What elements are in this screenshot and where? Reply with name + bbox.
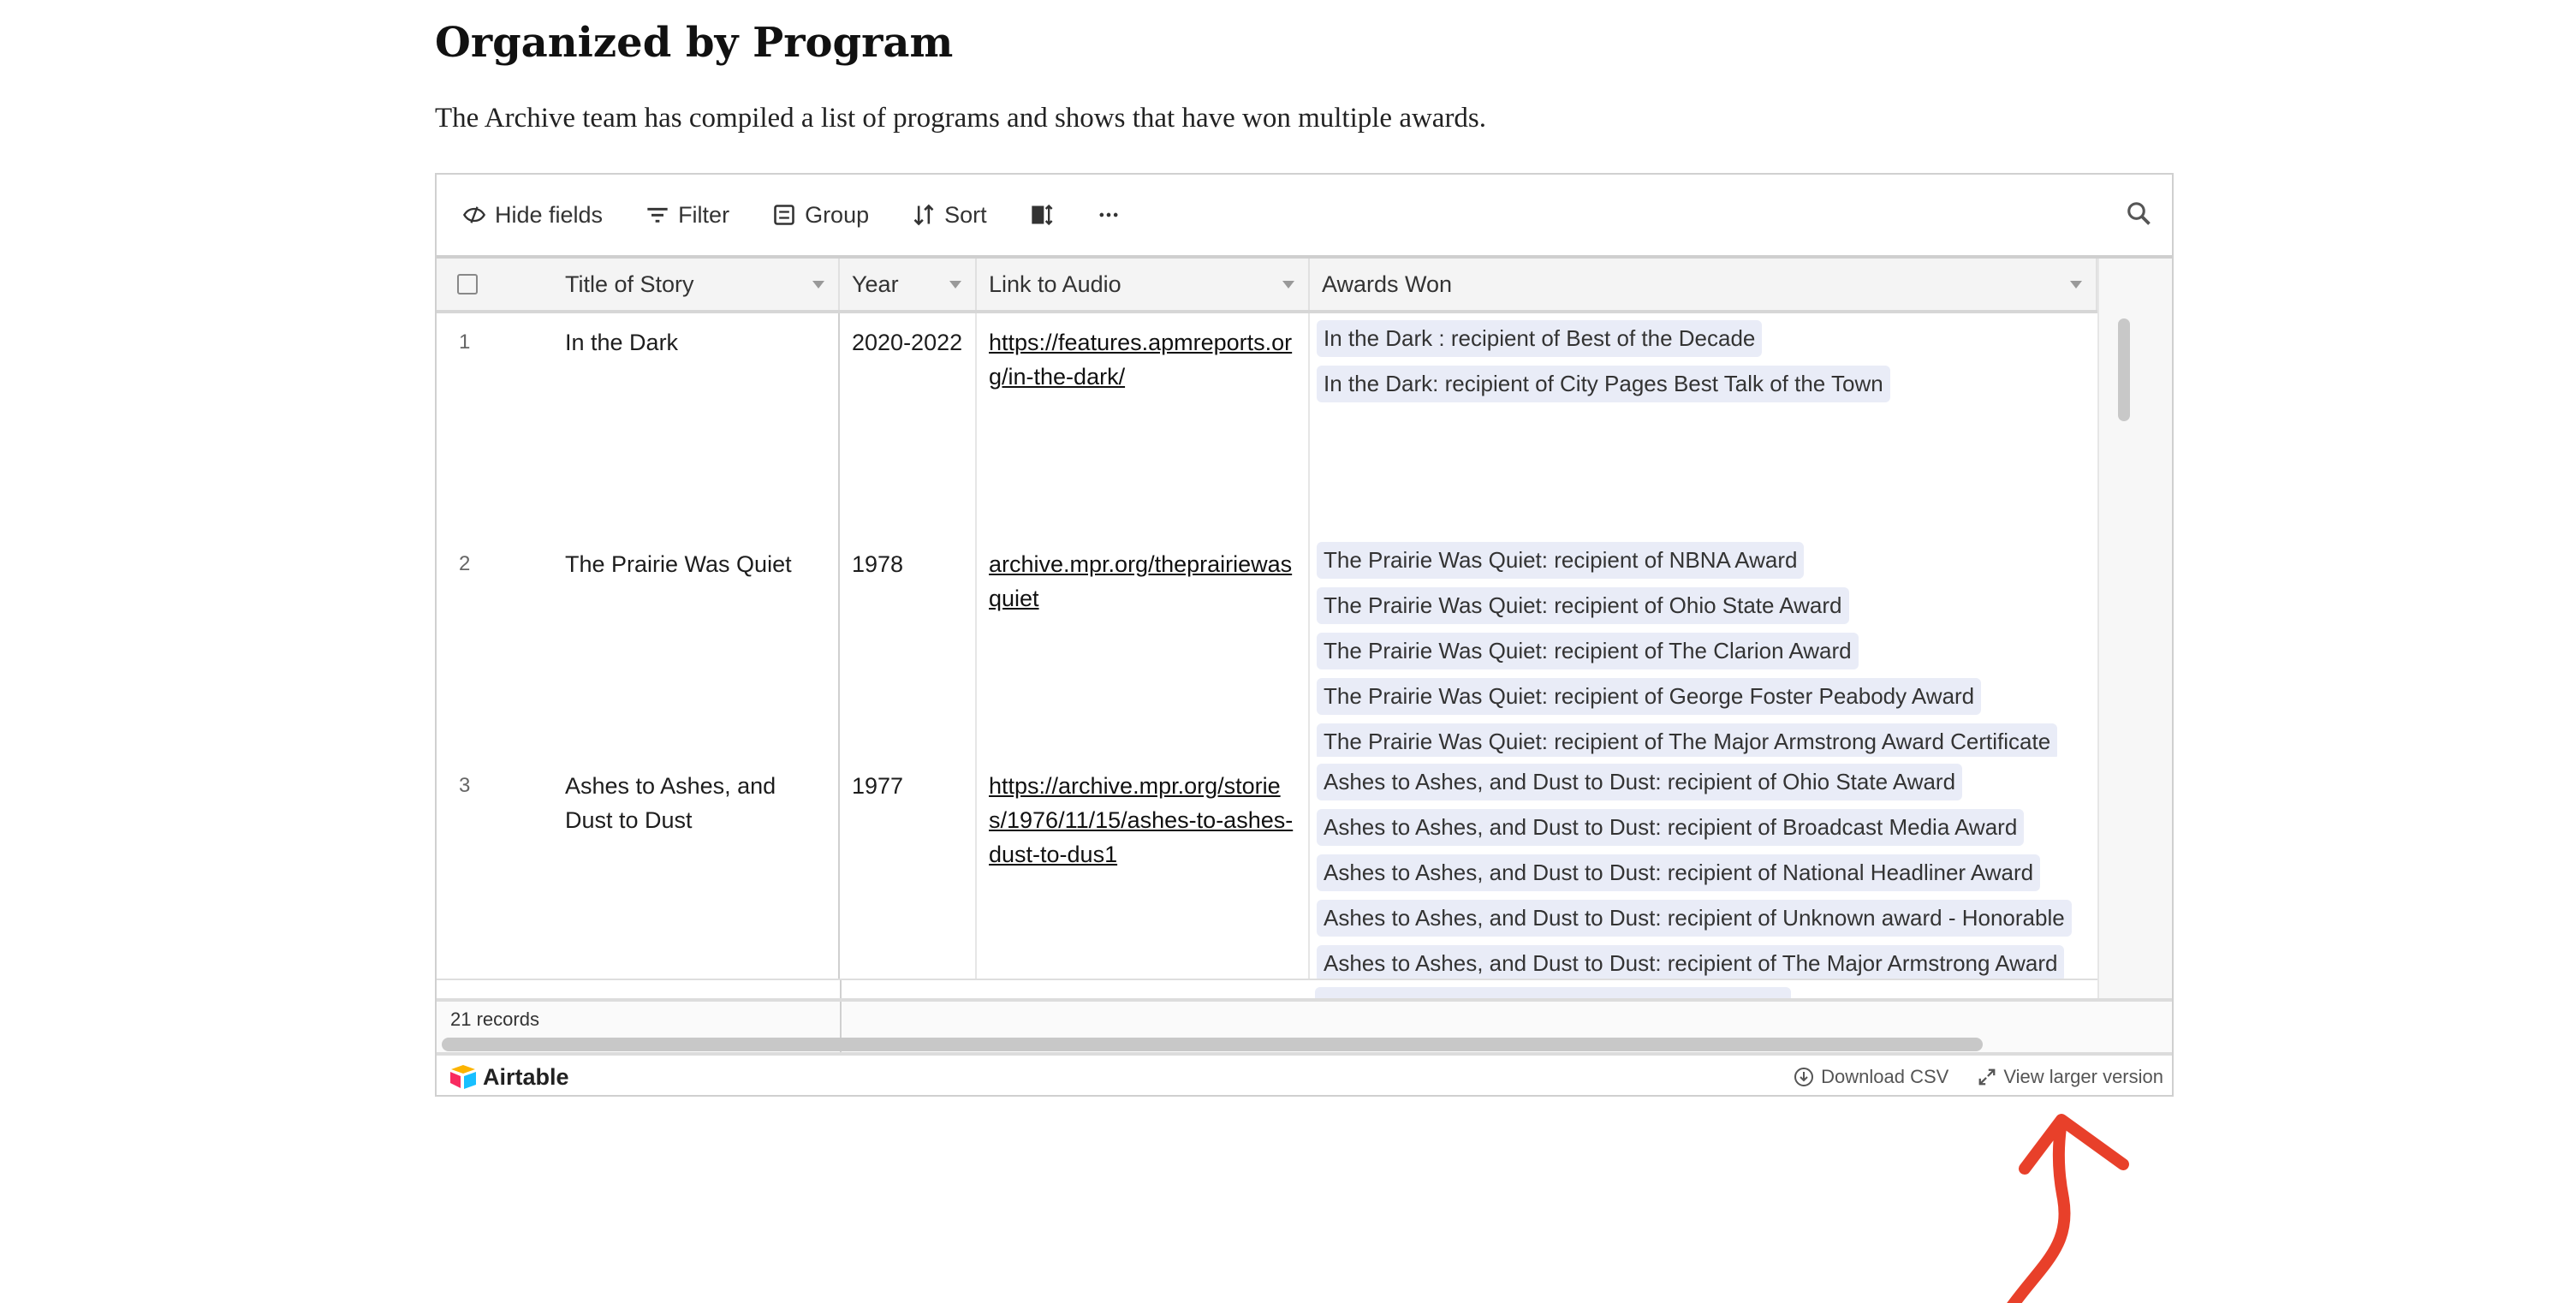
annotation-arrow [2007,1114,2129,1303]
